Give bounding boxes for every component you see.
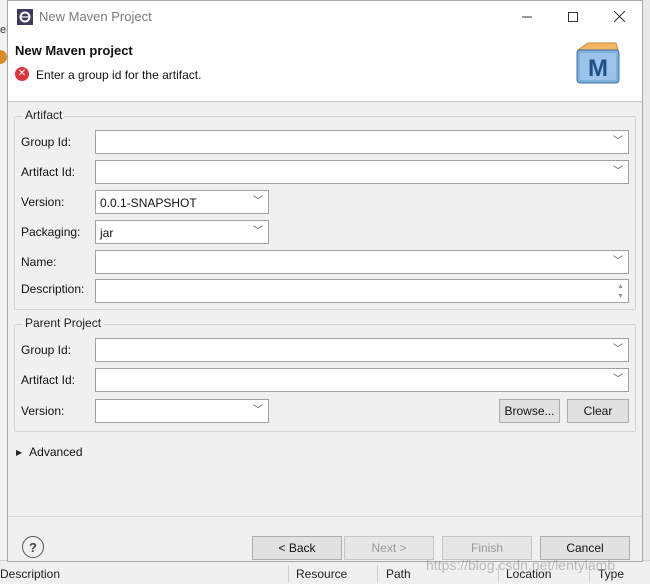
clear-button[interactable]: Clear [567,399,629,423]
chevron-down-icon[interactable]: ﹀ [613,255,623,269]
name-label: Name: [21,255,57,269]
packaging-select[interactable]: jar ﹀ [95,220,269,244]
chevron-down-icon[interactable]: ﹀ [253,225,263,239]
chevron-down-icon[interactable]: ﹀ [613,135,623,149]
group-id-label: Group Id: [21,135,72,149]
maximize-icon [568,11,578,22]
new-maven-project-dialog: New Maven Project New Maven project ✕ En… [7,0,643,562]
description-textarea[interactable]: ▲ ▼ [95,279,629,303]
artifact-group-label: Artifact [23,108,65,122]
close-icon [613,11,625,22]
eclipse-icon [17,9,33,25]
status-message: Enter a group id for the artifact. [36,68,202,82]
column-resource: Resource [296,567,348,581]
version-value: 0.0.1-SNAPSHOT [100,196,197,210]
packaging-value: jar [100,226,114,240]
help-icon[interactable]: ? [22,536,44,558]
back-button[interactable]: < Back [252,536,342,560]
advanced-expander[interactable]: ▶ Advanced [16,445,83,459]
window-title: New Maven Project [39,9,152,24]
packaging-label: Packaging: [21,225,81,239]
scroll-up-icon[interactable]: ▲ [615,282,626,291]
footer-divider [8,516,642,517]
maximize-button[interactable] [550,1,596,32]
column-divider [288,565,289,583]
chevron-down-icon[interactable]: ﹀ [253,404,263,418]
artifact-id-field[interactable]: ﹀ [95,160,629,184]
column-description: Description [0,567,61,581]
browse-button[interactable]: Browse... [499,399,560,423]
wizard-icon-letter: M [588,55,608,82]
title-bar[interactable]: New Maven Project [8,1,642,32]
parent-version-label: Version: [21,404,65,418]
chevron-down-icon[interactable]: ﹀ [613,165,623,179]
parent-artifact-id-label: Artifact Id: [21,373,76,387]
parent-artifact-id-field[interactable]: ﹀ [95,368,629,392]
wizard-banner: New Maven project ✕ Enter a group id for… [8,32,642,102]
minimize-button[interactable] [504,1,550,32]
chevron-down-icon[interactable]: ﹀ [613,343,623,357]
advanced-label: Advanced [29,445,83,459]
error-icon: ✕ [15,67,29,81]
parent-version-select[interactable]: ﹀ [95,399,269,423]
name-field[interactable]: ﹀ [95,250,629,274]
page-title: New Maven project [15,43,133,58]
maven-wizard-icon: M [576,42,620,84]
background-icon [0,50,7,64]
next-button[interactable]: Next > [344,536,434,560]
parent-group-id-label: Group Id: [21,343,72,357]
expand-triangle-icon[interactable]: ▶ [16,448,22,457]
column-path: Path [386,567,411,581]
description-label: Description: [21,282,85,296]
column-divider [377,565,378,583]
watermark-text: https://blog.csdn.net/lentylamb [426,557,616,573]
scroll-down-icon[interactable]: ▼ [615,292,626,301]
version-label: Version: [21,195,65,209]
chevron-down-icon[interactable]: ﹀ [253,195,263,209]
version-select[interactable]: 0.0.1-SNAPSHOT ﹀ [95,190,269,214]
group-id-field[interactable]: ﹀ [95,130,629,154]
chevron-down-icon[interactable]: ﹀ [613,373,623,387]
minimize-icon [522,16,532,17]
parent-project-group-label: Parent Project [23,316,104,330]
parent-group-id-field[interactable]: ﹀ [95,338,629,362]
close-button[interactable] [596,1,642,32]
artifact-id-label: Artifact Id: [21,165,76,179]
